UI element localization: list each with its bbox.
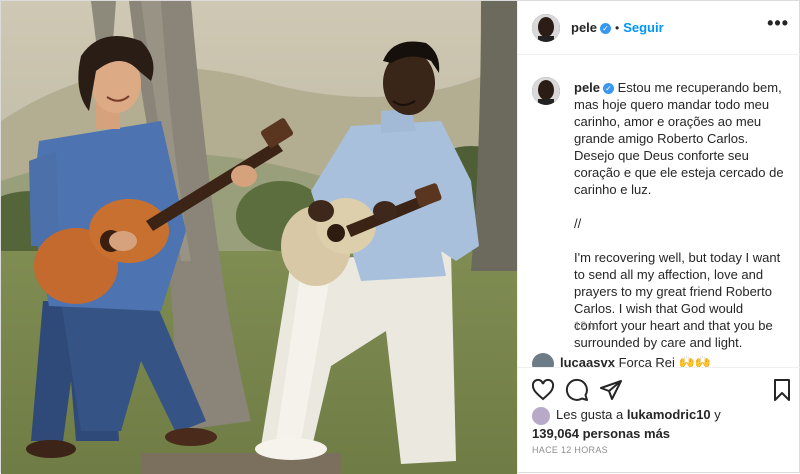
likes-summary: Les gusta a lukamodric10 y 139,064 perso… (532, 406, 721, 442)
comment-row: lucaasvx Força Rei 🙌🙌 (532, 353, 792, 368)
liker-avatar[interactable] (532, 406, 550, 425)
caption-verified-icon: ✓ (603, 83, 615, 94)
caption-timestamp[interactable]: 12 h (574, 320, 595, 332)
caption-body-pt: Estou me recuperando bem, mas hoje quero… (574, 80, 788, 197)
instagram-post: pele ✓ • Seguir ••• pele ✓ Estou me recupera… (0, 0, 800, 474)
caption-username[interactable]: pele (574, 80, 600, 95)
post-side-panel: pele ✓ • Seguir ••• pele ✓ Estou me recupera… (517, 1, 800, 474)
likes-count[interactable]: 139,064 personas más (532, 426, 670, 441)
header-username[interactable]: pele (571, 20, 597, 35)
caption: pele ✓ Estou me recuperando bem, mas hoje… (574, 79, 788, 351)
caption-text-en: I'm recovering well, but today I want to… (574, 250, 784, 350)
post-photo-illustration (1, 1, 517, 474)
caption-divider: // (574, 216, 582, 231)
follow-button[interactable]: Seguir (623, 20, 663, 35)
comment-icon[interactable] (565, 378, 589, 402)
comments-area[interactable]: pele ✓ Estou me recuperando bem, mas hoje… (518, 56, 800, 368)
likes-joiner: y (714, 407, 721, 422)
caption-avatar[interactable] (532, 77, 560, 105)
more-options-icon[interactable]: ••• (767, 13, 789, 34)
verified-icon: ✓ (600, 23, 612, 34)
share-icon[interactable] (599, 378, 623, 402)
separator-dot: • (615, 21, 620, 35)
bookmark-icon[interactable] (770, 378, 794, 402)
avatar-image (532, 14, 560, 42)
posted-ago[interactable]: HACE 12 HORAS (532, 445, 608, 455)
caption-avatar-image (532, 77, 560, 105)
comment-avatar[interactable] (532, 353, 554, 368)
post-header: pele ✓ • Seguir ••• (518, 1, 800, 55)
heart-icon[interactable] (531, 378, 555, 402)
post-actions: Les gusta a lukamodric10 y 139,064 perso… (518, 367, 800, 474)
caption-text-pt: pele ✓ Estou me recuperando bem, mas hoje… (574, 79, 788, 198)
avatar[interactable] (532, 14, 560, 42)
likes-prefix: Les gusta a (556, 407, 624, 422)
likes-user[interactable]: lukamodric10 (627, 407, 711, 422)
post-photo[interactable] (1, 1, 517, 474)
header-user-line: pele ✓ • Seguir (571, 19, 664, 37)
